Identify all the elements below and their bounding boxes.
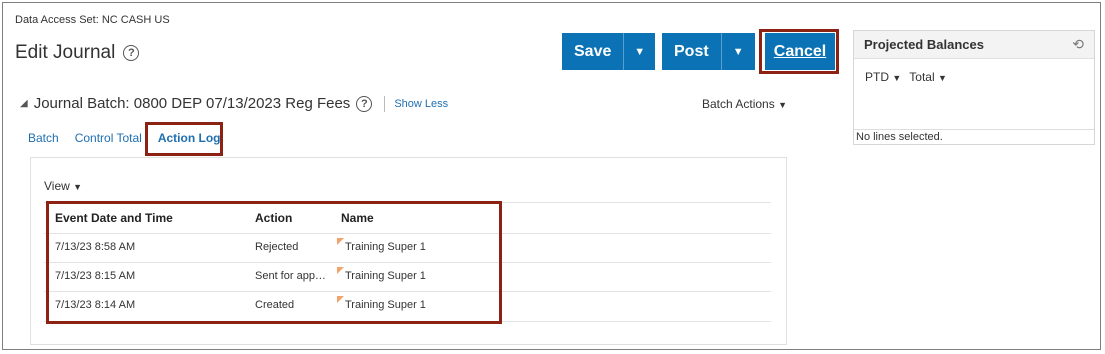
row-name-text: Training Super 1 — [345, 299, 426, 311]
projected-balances-filters: PTD ▼ Total ▼ — [865, 70, 947, 84]
cancel-button-label: Cancel — [773, 42, 827, 60]
projected-balances-title: Projected Balances — [864, 37, 984, 52]
view-menu[interactable]: View ▼ — [44, 179, 82, 193]
ptd-filter-label: PTD — [865, 70, 889, 84]
row-name: Training Super 1 — [337, 296, 426, 311]
cancel-button[interactable]: Cancel — [765, 33, 835, 70]
chevron-down-icon: ▼ — [73, 182, 83, 192]
chevron-down-icon: ▼ — [892, 73, 902, 83]
divider — [384, 95, 386, 112]
refresh-icon[interactable]: ⟲ — [1072, 36, 1084, 53]
collapse-icon[interactable]: ◢ — [20, 98, 28, 109]
batch-title: Journal Batch: 0800 DEP 07/13/2023 Reg F… — [33, 95, 351, 112]
divider — [854, 129, 1094, 130]
column-header-action[interactable]: Action — [255, 211, 292, 225]
table-top-rule — [44, 202, 771, 203]
projected-balances-panel: Projected Balances ⟲ PTD ▼ Total ▼ No li… — [853, 30, 1095, 145]
show-less-link[interactable]: Show Less — [394, 98, 448, 110]
projected-balances-header: Projected Balances ⟲ — [854, 31, 1094, 59]
post-button-label: Post — [674, 42, 709, 60]
save-button-label: Save — [574, 42, 612, 60]
tab-action-log[interactable]: Action Log — [158, 131, 221, 145]
batch-tabs: Batch Control Total Action Log — [28, 131, 221, 145]
post-button[interactable]: Post ▼ — [662, 33, 755, 70]
row-rule — [44, 321, 771, 322]
row-name-text: Training Super 1 — [345, 270, 426, 282]
row-action: Created — [255, 299, 295, 311]
tab-control-total[interactable]: Control Total — [75, 131, 142, 145]
view-menu-label: View — [44, 179, 70, 193]
row-name-text: Training Super 1 — [345, 241, 426, 253]
row-action: Sent for app… — [255, 270, 326, 282]
page-title-row: Edit Journal ? — [15, 42, 140, 64]
save-dropdown-icon[interactable]: ▼ — [623, 33, 655, 70]
flag-icon — [337, 238, 344, 245]
row-name: Training Super 1 — [337, 267, 426, 282]
batch-header: ◢ Journal Batch: 0800 DEP 07/13/2023 Reg… — [20, 95, 448, 112]
tab-batch[interactable]: Batch — [28, 131, 59, 145]
total-filter-label: Total — [909, 70, 935, 84]
row-datetime: 7/13/23 8:58 AM — [55, 241, 136, 253]
chevron-down-icon: ▼ — [778, 100, 787, 110]
total-filter[interactable]: Total ▼ — [909, 70, 947, 84]
row-action: Rejected — [255, 241, 299, 253]
batch-help-icon[interactable]: ? — [356, 95, 373, 112]
save-button[interactable]: Save ▼ — [562, 33, 655, 70]
row-datetime: 7/13/23 8:14 AM — [55, 299, 136, 311]
page-title: Edit Journal — [15, 42, 116, 63]
ptd-filter[interactable]: PTD ▼ — [865, 70, 901, 84]
batch-actions-menu[interactable]: Batch Actions ▼ — [702, 97, 787, 111]
row-rule — [44, 291, 771, 292]
chevron-down-icon: ▼ — [937, 73, 947, 83]
row-name: Training Super 1 — [337, 238, 426, 253]
post-dropdown-icon[interactable]: ▼ — [720, 33, 755, 70]
flag-icon — [337, 296, 344, 303]
help-icon[interactable]: ? — [123, 45, 140, 61]
column-header-datetime[interactable]: Event Date and Time — [55, 211, 173, 225]
column-header-name[interactable]: Name — [341, 211, 374, 225]
row-rule — [44, 262, 771, 263]
batch-actions-label: Batch Actions — [702, 97, 775, 111]
data-access-set: Data Access Set: NC CASH US — [15, 14, 170, 26]
row-datetime: 7/13/23 8:15 AM — [55, 270, 136, 282]
table-header-rule — [44, 233, 771, 234]
empty-state-text: No lines selected. — [856, 131, 943, 143]
flag-icon — [337, 267, 344, 274]
